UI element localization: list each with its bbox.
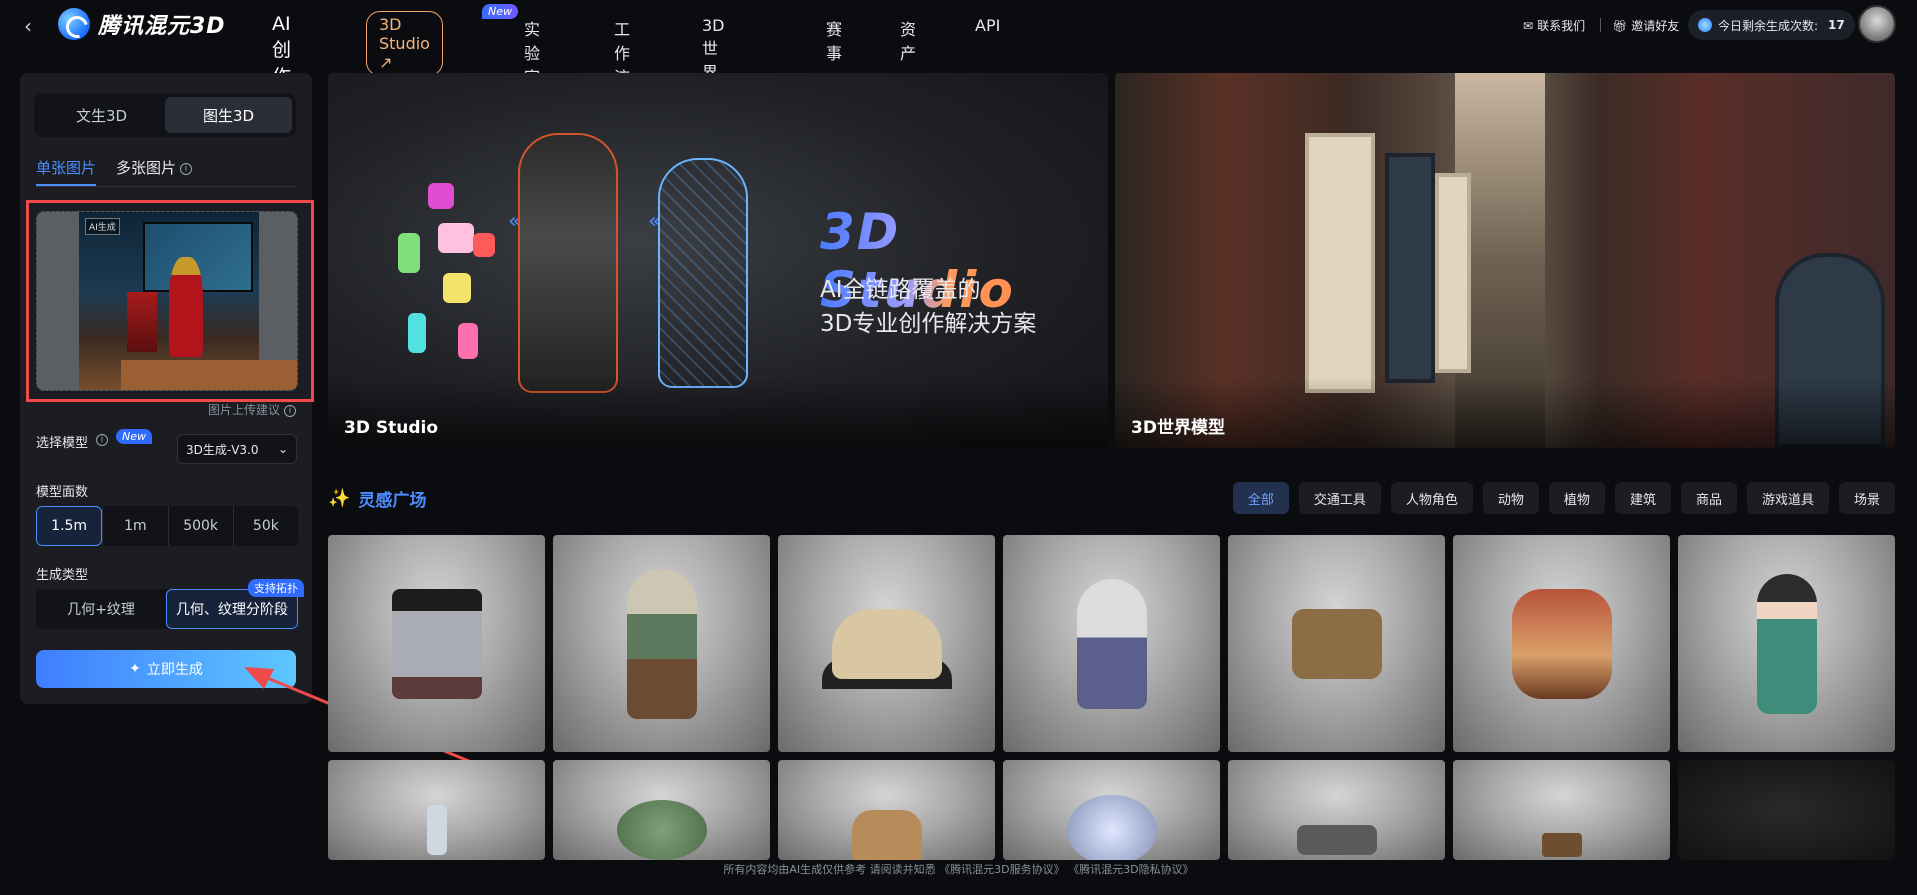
door-shape	[1385, 153, 1435, 383]
gallery-card[interactable]	[328, 535, 545, 752]
tab-single-image[interactable]: 单张图片	[36, 157, 97, 186]
studio-banner-subtitle: AI全链路覆盖的 3D专业创作解决方案	[820, 277, 1037, 337]
gallery-card[interactable]	[1003, 535, 1220, 752]
invite-friends-link[interactable]: 🎁︎ 邀请好友	[1612, 17, 1679, 34]
gallery-card[interactable]	[1678, 760, 1895, 860]
face-count-selector: 1.5m 1m 500k 50k	[36, 506, 298, 546]
user-avatar[interactable]	[1858, 5, 1896, 43]
tab-image-to-3d[interactable]: 图生3D	[165, 97, 292, 133]
back-arrow-icon[interactable]: ‹	[24, 14, 44, 38]
footer-disclaimer: 所有内容均由AI生成仅供参考 请阅读并知悉 《腾讯混元3D服务协议》 《腾讯混元…	[0, 860, 1917, 895]
generate-button-label: 立即生成	[146, 662, 203, 678]
new-badge: New	[482, 4, 518, 19]
nav-events[interactable]: 赛事	[826, 16, 842, 64]
footer-text: 所有内容均由AI生成仅供参考 请阅读并知悉	[723, 863, 936, 876]
gallery-card[interactable]	[1228, 535, 1445, 752]
studio-banner-caption: 3D Studio	[344, 418, 439, 438]
type-geometry-texture[interactable]: 几何+纹理	[36, 589, 166, 629]
model-select-label: 选择模型	[36, 436, 89, 451]
gallery-card[interactable]	[778, 535, 995, 752]
wireframe-robot-figure	[658, 158, 748, 388]
banner-shade	[1115, 378, 1895, 448]
mail-icon: ✉	[1523, 18, 1534, 33]
face-option-50k[interactable]: 50k	[232, 506, 298, 546]
face-count-label: 模型面数	[36, 485, 89, 500]
gallery-card[interactable]	[1003, 760, 1220, 860]
sparkle-icon: ✨	[328, 488, 351, 509]
credit-coin-icon	[1698, 18, 1712, 32]
inspiration-title: ✨ 灵感广场	[328, 486, 426, 511]
upload-highlight-annotation	[26, 200, 314, 402]
filter-products[interactable]: 商品	[1680, 482, 1737, 514]
filter-vehicles[interactable]: 交通工具	[1298, 482, 1381, 514]
nav-assets[interactable]: 资产	[900, 16, 916, 64]
contact-us-link[interactable]: ✉ 联系我们	[1523, 17, 1585, 34]
mode-tabs: 文生3D 图生3D	[34, 93, 296, 137]
gift-icon: 🎁︎	[1612, 18, 1628, 33]
logo-text: 腾讯混元3D	[98, 14, 226, 39]
model-select-dropdown[interactable]: 3D生成-V3.0 ⌄	[177, 434, 297, 464]
upload-hint-link[interactable]: 图片上传建议 i	[208, 401, 297, 418]
image-count-tabs: 单张图片 多张图片 i	[36, 157, 296, 187]
invite-friends-label: 邀请好友	[1631, 19, 1680, 33]
inspiration-title-label: 灵感广场	[358, 491, 427, 511]
chevron-down-icon: ⌄	[277, 442, 288, 456]
gallery-card[interactable]	[328, 760, 545, 860]
face-option-500k[interactable]: 500k	[167, 506, 233, 546]
gallery-card[interactable]	[553, 535, 770, 752]
nav-3d-studio-label: 3D Studio	[379, 15, 430, 53]
model-info-icon[interactable]: i	[96, 434, 108, 446]
filter-animals[interactable]: 动物	[1482, 482, 1539, 514]
credits-value: 17	[1828, 18, 1845, 32]
face-option-1-5m[interactable]: 1.5m	[36, 506, 103, 546]
door-shape	[1305, 133, 1375, 393]
divider	[1600, 18, 1601, 32]
nav-3d-studio[interactable]: 3D Studio ↗	[366, 11, 443, 76]
world-banner-caption: 3D世界模型	[1131, 418, 1225, 438]
info-icon[interactable]: i	[180, 162, 193, 175]
filter-plants[interactable]: 植物	[1548, 482, 1605, 514]
filter-all[interactable]: 全部	[1232, 482, 1289, 514]
gallery-card[interactable]	[778, 760, 995, 860]
filter-scenes[interactable]: 场景	[1838, 482, 1895, 514]
generation-type-label: 生成类型	[36, 568, 89, 583]
model-new-badge: New	[116, 429, 152, 444]
upload-hint-label: 图片上传建议	[208, 403, 281, 417]
door-shape	[1435, 173, 1471, 373]
tab-text-to-3d[interactable]: 文生3D	[38, 97, 165, 133]
topology-support-badge: 支持拓扑	[248, 579, 304, 597]
gallery-card[interactable]	[1453, 760, 1670, 860]
credits-label: 今日剩余生成次数:	[1718, 18, 1819, 33]
gallery-card[interactable]	[1228, 760, 1445, 860]
sparkle-icon: ✦	[129, 661, 141, 677]
banner-3d-world-model[interactable]: 3D世界模型	[1115, 73, 1895, 448]
hint-info-icon: i	[284, 404, 297, 417]
tab-multiple-images-label: 多张图片	[116, 159, 177, 177]
face-option-1m[interactable]: 1m	[102, 506, 167, 546]
filter-game-props[interactable]: 游戏道具	[1746, 482, 1829, 514]
exploded-parts-figure	[388, 163, 495, 363]
banner-shade	[328, 378, 1108, 448]
credits-counter[interactable]: 今日剩余生成次数: 17	[1688, 10, 1855, 40]
external-arrow-icon: ↗	[379, 53, 393, 72]
privacy-policy-link[interactable]: 《腾讯混元3D隐私协议》	[1068, 863, 1193, 876]
gallery-card[interactable]	[553, 760, 770, 860]
hunyuan-logo-icon	[58, 8, 90, 40]
banner-3d-studio[interactable]: « « 3D Studio AI全链路覆盖的 3D专业创作解决方案 3D Stu…	[328, 73, 1108, 448]
service-agreement-link[interactable]: 《腾讯混元3D服务协议》	[939, 863, 1064, 876]
gallery-card[interactable]	[1678, 535, 1895, 752]
filter-characters[interactable]: 人物角色	[1390, 482, 1473, 514]
top-navigation-bar: ‹ 腾讯混元3D AI创作 3D Studio ↗ New 实验室 工作流 3D…	[0, 0, 1917, 130]
category-filters: 全部 交通工具 人物角色 动物 植物 建筑 商品 游戏道具 场景	[1232, 482, 1895, 514]
nav-api[interactable]: API	[975, 16, 1000, 35]
textured-robot-figure	[518, 133, 618, 393]
contact-us-label: 联系我们	[1537, 19, 1586, 33]
logo[interactable]: 腾讯混元3D	[58, 8, 226, 40]
tab-multiple-images[interactable]: 多张图片 i	[116, 157, 193, 178]
gallery-card[interactable]	[1453, 535, 1670, 752]
model-select-value: 3D生成-V3.0	[186, 442, 259, 457]
filter-buildings[interactable]: 建筑	[1614, 482, 1671, 514]
